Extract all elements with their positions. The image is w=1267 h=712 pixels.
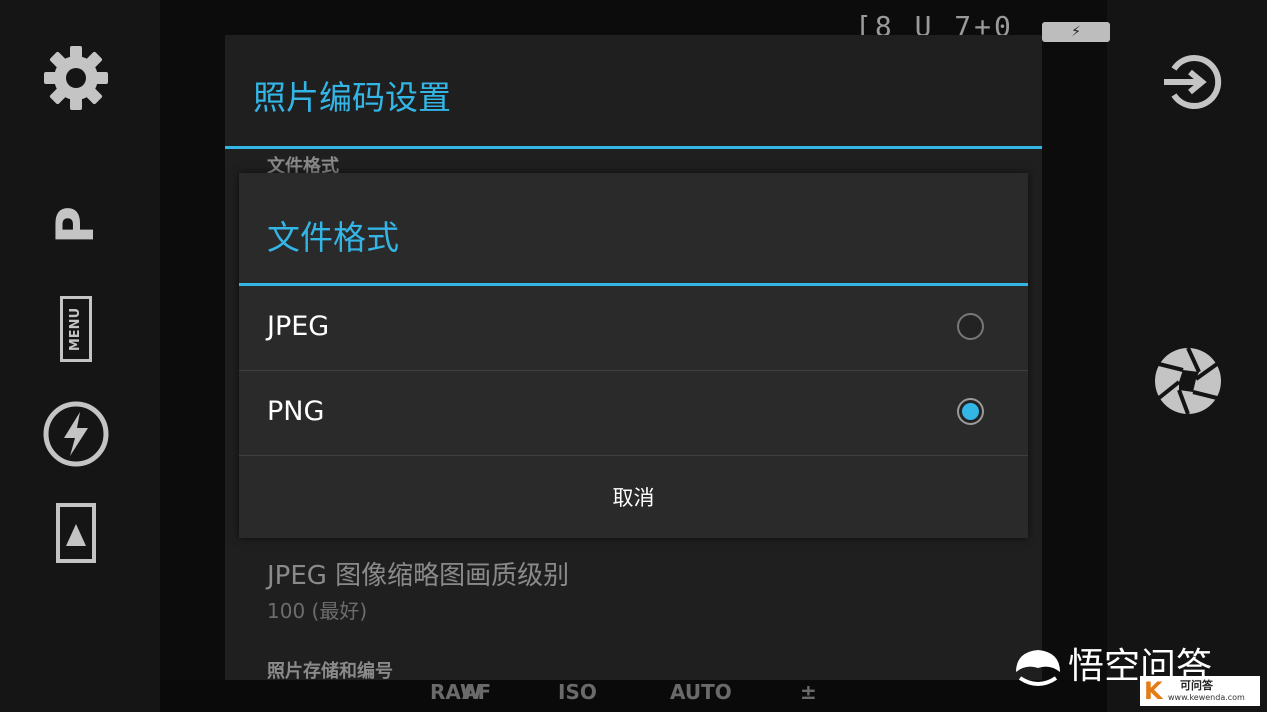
settings-divider <box>225 146 1042 149</box>
settings-title: 照片编码设置 <box>253 78 451 117</box>
option-label: PNG <box>267 396 325 427</box>
right-control-bar <box>1107 0 1267 712</box>
mode-auto[interactable]: AUTO <box>670 680 732 704</box>
shooting-mode-p-button[interactable]: P <box>46 197 106 253</box>
thumbnail-quality-title[interactable]: JPEG 图像缩略图画质级别 <box>267 555 569 592</box>
radio-png[interactable] <box>957 398 984 425</box>
menu-label: MENU <box>68 307 84 351</box>
watermark-k-logo-icon: K <box>1144 677 1163 705</box>
shutter-aperture-icon[interactable] <box>1153 346 1223 416</box>
flash-mode-icon[interactable] <box>38 396 114 472</box>
exposure-compensation-icon[interactable] <box>55 502 97 564</box>
thumbnail-quality-value: 100 (最好) <box>267 599 368 623</box>
exit-icon[interactable] <box>1159 50 1223 114</box>
dialog-title: 文件格式 <box>267 218 399 257</box>
mode-exposure[interactable]: ± <box>800 680 817 704</box>
watermark-logo-icon <box>1016 650 1060 686</box>
watermark: 悟空问答 K 可问答 www.kewenda.com <box>1008 632 1267 712</box>
watermark-badge: K 可问答 www.kewenda.com <box>1140 676 1260 706</box>
menu-button[interactable]: MENU <box>60 296 92 362</box>
cancel-button[interactable]: 取消 <box>239 456 1028 538</box>
option-label: JPEG <box>267 311 330 342</box>
mode-iso[interactable]: ISO <box>558 680 597 704</box>
option-jpeg[interactable]: JPEG <box>239 286 1028 371</box>
radio-jpeg[interactable] <box>957 313 984 340</box>
option-png[interactable]: PNG <box>239 371 1028 456</box>
radio-selected-dot <box>962 403 979 420</box>
left-control-bar: P MENU <box>0 0 160 712</box>
bottom-mode-strip <box>160 680 1107 712</box>
section-storage: 照片存储和编号 <box>267 661 393 682</box>
gear-icon[interactable] <box>40 42 112 114</box>
watermark-site-url: www.kewenda.com <box>1168 693 1245 702</box>
watermark-site-name: 可问答 <box>1180 679 1213 692</box>
mode-af[interactable]: AF <box>462 680 491 704</box>
file-format-dialog: 文件格式 JPEG PNG 取消 <box>239 173 1028 538</box>
battery-icon: ⚡ <box>1042 22 1110 42</box>
